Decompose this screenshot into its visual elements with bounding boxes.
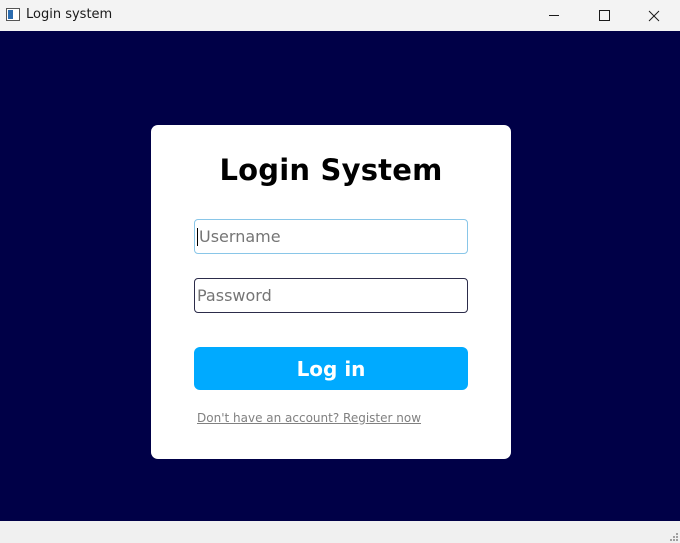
username-placeholder: Username xyxy=(199,227,281,246)
close-button[interactable] xyxy=(631,0,677,31)
app-window-icon xyxy=(6,8,20,21)
app-window: Login system Login System Username Passw… xyxy=(0,0,680,543)
minimize-icon xyxy=(549,15,559,16)
login-button-label: Log in xyxy=(296,356,366,381)
maximize-icon xyxy=(598,10,610,21)
login-button[interactable]: Log in xyxy=(194,347,468,390)
login-card: Login System Username Password Log in Do… xyxy=(151,125,511,459)
window-title: Login system xyxy=(26,7,113,22)
minimize-button[interactable] xyxy=(531,0,577,31)
size-grip-icon[interactable] xyxy=(670,533,678,541)
password-placeholder: Password xyxy=(197,286,272,305)
username-input[interactable]: Username xyxy=(194,219,468,254)
title-bar[interactable]: Login system xyxy=(0,0,680,31)
register-link[interactable]: Don't have an account? Register now xyxy=(197,411,421,425)
close-icon xyxy=(648,10,660,21)
page-title: Login System xyxy=(219,153,443,187)
maximize-button[interactable] xyxy=(581,0,627,31)
text-caret xyxy=(197,227,198,246)
status-bar xyxy=(0,521,680,543)
client-area: Login System Username Password Log in Do… xyxy=(0,31,680,521)
password-input[interactable]: Password xyxy=(194,278,468,313)
